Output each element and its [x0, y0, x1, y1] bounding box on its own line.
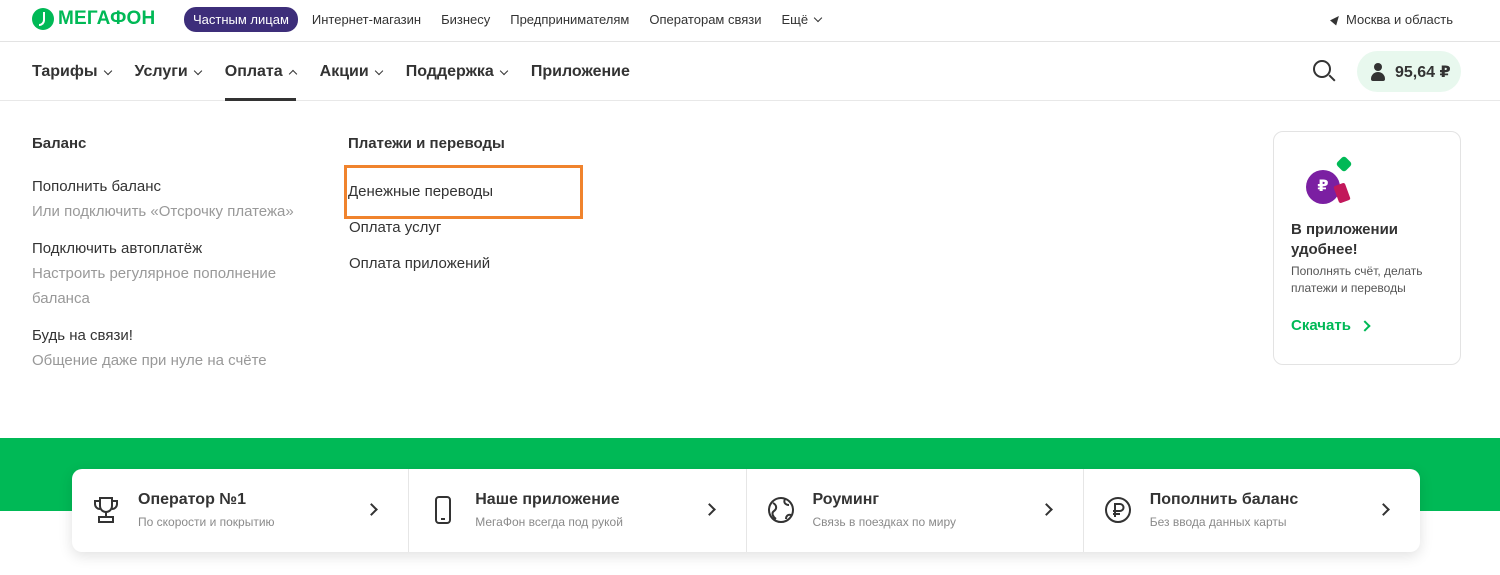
chevron-up-icon	[288, 69, 297, 78]
globe-icon	[767, 497, 794, 523]
balance-column: Баланс Пополнить баланс Или подключить «…	[32, 135, 322, 385]
payment-dropdown: Баланс Пополнить баланс Или подключить «…	[0, 101, 1500, 438]
location-arrow-icon	[1330, 13, 1342, 26]
top-bar: МЕГАФОН Частным лицам Интернет-магазин Б…	[0, 0, 1500, 42]
region-selector[interactable]: Москва и область	[1330, 12, 1453, 27]
nav-support[interactable]: Поддержка	[406, 43, 509, 101]
nav-app[interactable]: Приложение	[531, 43, 630, 101]
balance-button[interactable]: 95,64 ₽	[1357, 51, 1461, 92]
link-business[interactable]: Бизнесу	[441, 12, 490, 27]
logo-icon	[32, 8, 54, 30]
menu-item-top-up[interactable]: Пополнить баланс Или подключить «Отсрочк…	[32, 174, 322, 224]
download-link[interactable]: Скачать	[1291, 317, 1371, 334]
more-menu[interactable]: Ещё	[782, 12, 823, 27]
menu-item-money-transfers[interactable]: Денежные переводы	[344, 165, 583, 219]
nav-payment[interactable]: Оплата	[224, 43, 297, 101]
megafon-logo[interactable]: МЕГАФОН	[32, 8, 155, 30]
main-nav: Тарифы Услуги Оплата Акции Поддержка При…	[0, 43, 1500, 101]
menu-item-pay-apps[interactable]: Оплата приложений	[348, 246, 581, 282]
chevron-down-icon	[193, 66, 202, 75]
quick-links: Оператор №1 По скорости и покрытию Наше …	[72, 469, 1420, 552]
ruble-icon	[1104, 497, 1131, 523]
chevron-down-icon	[813, 13, 823, 23]
chevron-down-icon	[374, 66, 383, 75]
quick-link-app[interactable]: Наше приложение МегаФон всегда под рукой	[409, 469, 747, 552]
link-internet-shop[interactable]: Интернет-магазин	[312, 12, 421, 27]
nav-promotions[interactable]: Акции	[320, 43, 383, 101]
ruble-coin-icon: ₽	[1300, 155, 1353, 204]
search-icon[interactable]	[1313, 60, 1336, 82]
chevron-right-icon	[365, 503, 379, 516]
quick-link-operator[interactable]: Оператор №1 По скорости и покрытию	[72, 469, 410, 552]
segment-private-persons[interactable]: Частным лицам	[184, 7, 298, 32]
app-promo-title: В приложении удобнее!	[1291, 221, 1399, 258]
chevron-right-icon	[1039, 503, 1053, 516]
menu-item-autopay[interactable]: Подключить автоплатёж Настроить регулярн…	[32, 236, 322, 311]
link-entrepreneurs[interactable]: Предпринимателям	[510, 12, 629, 27]
user-icon	[1371, 62, 1385, 81]
app-promo-card[interactable]: ₽ В приложении удобнее! Пополнять счёт, …	[1273, 131, 1461, 365]
chevron-right-icon	[1359, 319, 1371, 332]
nav-tariffs[interactable]: Тарифы	[32, 43, 112, 101]
phone-icon	[435, 496, 452, 524]
balance-column-title: Баланс	[32, 135, 87, 152]
quick-link-roaming[interactable]: Роуминг Связь в поездках по миру	[747, 469, 1084, 552]
quick-link-top-up[interactable]: Пополнить баланс Без ввода данных карты	[1084, 469, 1420, 552]
chevron-right-icon	[1377, 503, 1390, 516]
chevron-right-icon	[702, 503, 716, 516]
trophy-icon	[94, 497, 118, 523]
payments-column-title: Платежи и переводы	[348, 135, 505, 152]
nav-services[interactable]: Услуги	[135, 43, 202, 101]
app-promo-text: Пополнять счёт, делать платежи и перевод…	[1291, 264, 1423, 295]
chevron-down-icon	[103, 66, 112, 75]
link-operators[interactable]: Операторам связи	[649, 12, 761, 27]
menu-item-stay-connected[interactable]: Будь на связи! Общение даже при нуле на …	[32, 323, 322, 373]
payments-column: Платежи и переводы Денежные переводы Опл…	[344, 135, 583, 282]
chevron-down-icon	[499, 66, 509, 75]
